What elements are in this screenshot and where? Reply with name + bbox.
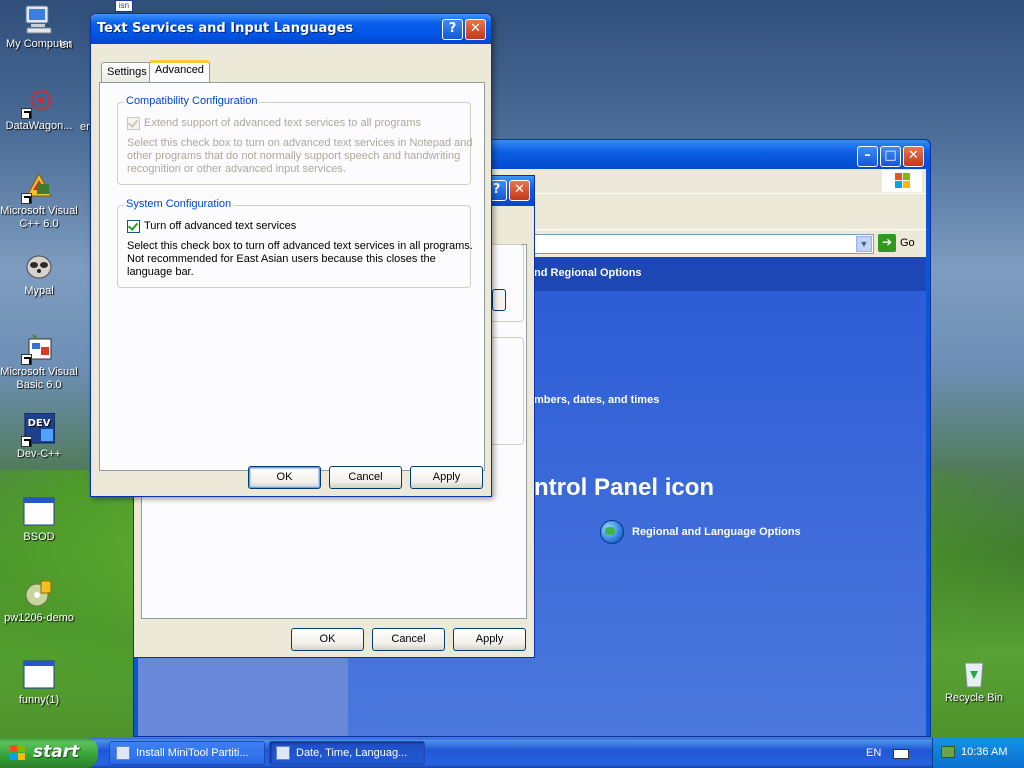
dialog-titlebar[interactable]: Text Services and Input Languages [91,14,491,44]
tab-advanced[interactable]: Advanced [149,60,210,82]
taskbar-item-label: Date, Time, Languag... [296,747,408,759]
funny-window-icon [23,659,55,691]
dev-cpp-icon: DEV [21,412,56,447]
desktop-icon-recycle-bin[interactable]: Recycle Bin [934,657,1014,705]
extend-support-checkbox [127,117,140,130]
go-label: Go [900,237,915,249]
text-services-dialog: Text Services and Input Languages ? ✕ Se… [90,13,492,497]
language-indicator[interactable]: EN [866,747,881,759]
ok-button[interactable]: OK [248,466,321,489]
extend-support-description: Select this check box to turn on advance… [127,137,473,175]
cancel-button[interactable]: Cancel [329,466,402,489]
taskbar-item-minitool[interactable]: Install MiniTool Partiti... [109,741,265,765]
my-computer-icon [23,3,55,35]
desktop-icon-label: Microsoft Visual Basic 6.0 [0,366,78,391]
regional-options-link[interactable]: Regional and Language Options [600,520,801,544]
chevron-down-icon[interactable]: ▼ [856,236,872,252]
system-config-group: System Configuration Turn off advanced t… [117,198,473,288]
start-button[interactable]: start [0,738,98,768]
desktop-icon-label: Recycle Bin [944,692,1004,704]
desktop-icon-visual-basic[interactable]: Microsoft Visual Basic 6.0 [0,331,79,392]
desktop-icon-label: Microsoft Visual C++ 6.0 [0,205,78,230]
taskbar-item-date-time[interactable]: Date, Time, Languag... [269,741,425,765]
cancel-button[interactable]: Cancel [372,628,445,651]
windows-logo-icon [882,170,922,192]
windows-flag-icon [10,745,26,761]
minimize-button[interactable]: – [857,146,878,167]
task-link[interactable]: mbers, dates, and times [534,394,659,406]
system-tray: 10:36 AM [932,738,1024,768]
maximize-button[interactable]: □ [880,146,901,167]
desktop-icon-datawagon[interactable]: DataWagon... [0,85,79,133]
desktop-icon-label: BSOD [23,531,55,543]
go-arrow-icon: ➔ [878,234,896,252]
help-button[interactable]: ? [442,19,463,40]
ok-button[interactable]: OK [291,628,364,651]
system-config-group-title: System Configuration [124,198,234,210]
address-input[interactable]: ▼ [498,234,874,254]
desktop-icon-label: Mypal [24,285,54,297]
extend-support-label: Extend support of advanced text services… [144,117,421,129]
desktop-icon-label: Dev-C++ [16,448,62,460]
keyboard-icon[interactable] [893,749,909,759]
close-button[interactable]: ✕ [465,19,486,40]
turn-off-text-services-description: Select this check box to turn off advanc… [127,240,473,278]
tab-settings[interactable]: Settings [101,62,153,82]
desktop-icon-visual-cpp[interactable]: Microsoft Visual C++ 6.0 [0,170,79,231]
compatibility-group: Compatibility Configuration Extend suppo… [117,95,472,185]
visual-basic-icon [21,331,55,365]
desktop-icon-pw1206[interactable]: pw1206-demo [0,577,79,625]
regional-options-label: Regional and Language Options [632,526,801,538]
turn-off-text-services-label[interactable]: Turn off advanced text services [144,220,296,232]
mypal-icon [23,250,55,282]
globe-icon [600,520,624,544]
recycle-bin-icon [958,657,990,689]
pick-icon-heading: ntrol Panel icon [534,474,715,501]
desktop-icon-label: pw1206-demo [4,612,74,624]
desktop-icon-mypal[interactable]: Mypal [0,250,79,298]
go-button[interactable]: ➔ Go [878,234,915,252]
installer-icon [116,746,130,760]
network-icon[interactable] [941,746,955,758]
desktop-icon-label: funny(1) [18,694,60,706]
svg-text:DEV: DEV [28,418,51,429]
start-label: start [33,742,80,762]
dialog-title: Text Services and Input Languages [97,21,354,36]
clock[interactable]: 10:36 AM [961,746,1007,758]
settings-button-partial[interactable] [492,289,506,311]
desktop-icon-dev-cpp[interactable]: DEV Dev-C++ [0,412,79,461]
datawagon-icon [21,85,55,119]
taskbar: start Install MiniTool Partiti... Date, … [0,738,1024,768]
apply-button[interactable]: Apply [410,466,483,489]
close-button[interactable]: ✕ [903,146,924,167]
desktop-icon-funny[interactable]: funny(1) [0,659,79,707]
turn-off-text-services-checkbox[interactable] [127,220,140,233]
close-button[interactable]: ✕ [509,180,530,201]
desktop-icon-bsod[interactable]: BSOD [0,496,79,544]
category-header-text: nd Regional Options [534,267,642,279]
bsod-window-icon [23,496,55,528]
pw1206-demo-icon [23,577,55,609]
advanced-tab-panel: Compatibility Configuration Extend suppo… [99,82,485,471]
compatibility-group-title: Compatibility Configuration [124,95,260,107]
desktop-icon-label: DataWagon... [5,120,73,132]
control-panel-applet-icon [276,746,290,760]
visual-cpp-icon [21,170,55,204]
taskbar-item-label: Install MiniTool Partiti... [136,747,249,759]
apply-button[interactable]: Apply [453,628,526,651]
desktop-icon-partial-top[interactable]: isn [115,0,133,12]
